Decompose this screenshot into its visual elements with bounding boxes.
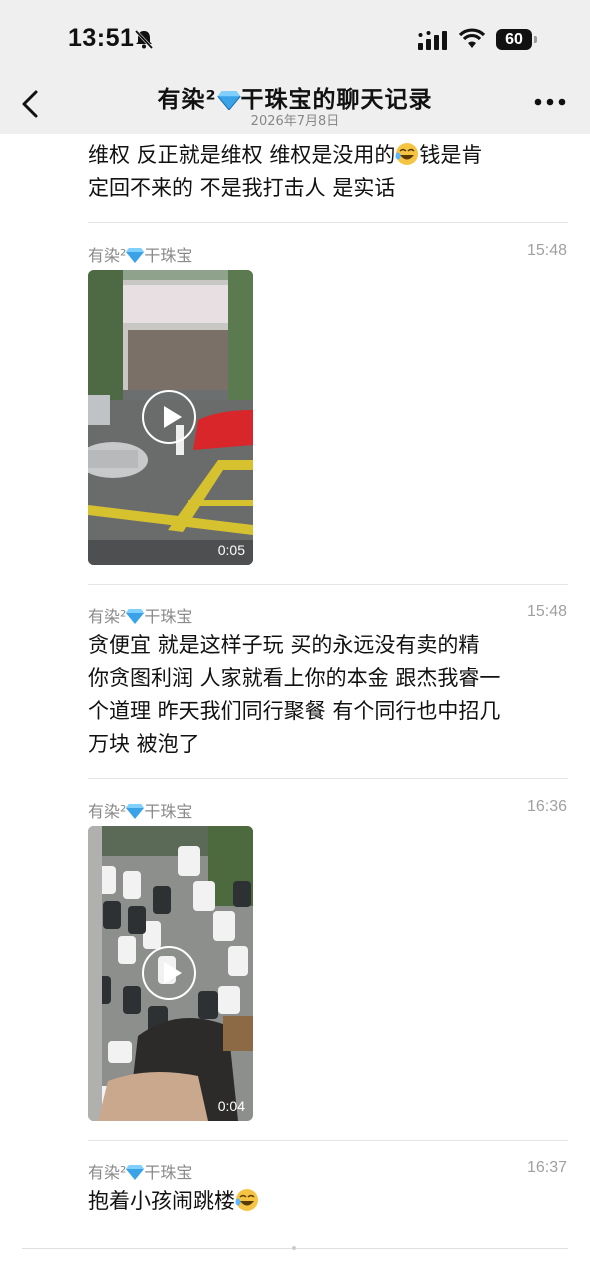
wifi-icon xyxy=(458,28,486,48)
message-time: 15:48 xyxy=(526,603,567,620)
laughing-tears-emoji-icon xyxy=(235,1189,258,1211)
sender-name: 有染² 干珠宝 xyxy=(88,802,193,821)
video-thumbnail[interactable]: 0:05 xyxy=(88,270,253,565)
gem-icon xyxy=(216,91,241,110)
message-time: 16:37 xyxy=(526,1159,567,1176)
laughing-tears-emoji-icon xyxy=(395,143,419,165)
status-bar: 13:51 60 xyxy=(0,0,590,78)
gem-icon xyxy=(126,609,145,624)
gem-icon xyxy=(126,804,145,819)
more-dots-icon[interactable] xyxy=(534,96,566,108)
message-divider xyxy=(88,1140,568,1141)
message-divider xyxy=(88,584,568,585)
message-text: 贪便宜 就是这样子玩 买的永远没有卖的精 你贪图利润 人家就看上你的本金 跟杰我… xyxy=(88,633,501,756)
video-duration: 0:05 xyxy=(217,542,245,558)
message-text: 抱着小孩闹跳楼 xyxy=(88,1185,558,1218)
sender-name: 有染² 干珠宝 xyxy=(88,1163,193,1182)
chat-title: 有染² 干珠宝的聊天记录 xyxy=(0,80,590,114)
play-icon[interactable] xyxy=(142,946,196,1000)
chat-date: 2026年7月8日 xyxy=(250,114,340,129)
nav-bar: 有染² 干珠宝的聊天记录 2026年7月8日 xyxy=(0,78,590,134)
sender-name: 有染² 干珠宝 xyxy=(88,607,193,626)
clock: 13:51 xyxy=(68,24,135,52)
cellular-signal-icon xyxy=(418,31,447,50)
gem-icon xyxy=(126,1165,145,1180)
message-text: 维权 反正就是维权 维权是没用的 钱是肯 定回不来的 不是我打击人 是实话 xyxy=(88,143,483,200)
battery-tip xyxy=(534,36,537,43)
bell-muted-icon xyxy=(134,29,154,50)
message-divider xyxy=(88,778,568,779)
message-time: 16:36 xyxy=(526,798,567,815)
video-thumbnail[interactable]: 0:04 xyxy=(88,826,253,1121)
video-duration: 0:04 xyxy=(217,1098,245,1114)
play-icon[interactable] xyxy=(142,390,196,444)
scroll-indicator xyxy=(292,1246,296,1250)
message-time: 15:48 xyxy=(526,242,567,259)
battery-indicator: 60 xyxy=(496,29,532,50)
gem-icon xyxy=(126,248,145,263)
sender-name: 有染² 干珠宝 xyxy=(88,246,193,265)
message-divider xyxy=(88,222,568,223)
